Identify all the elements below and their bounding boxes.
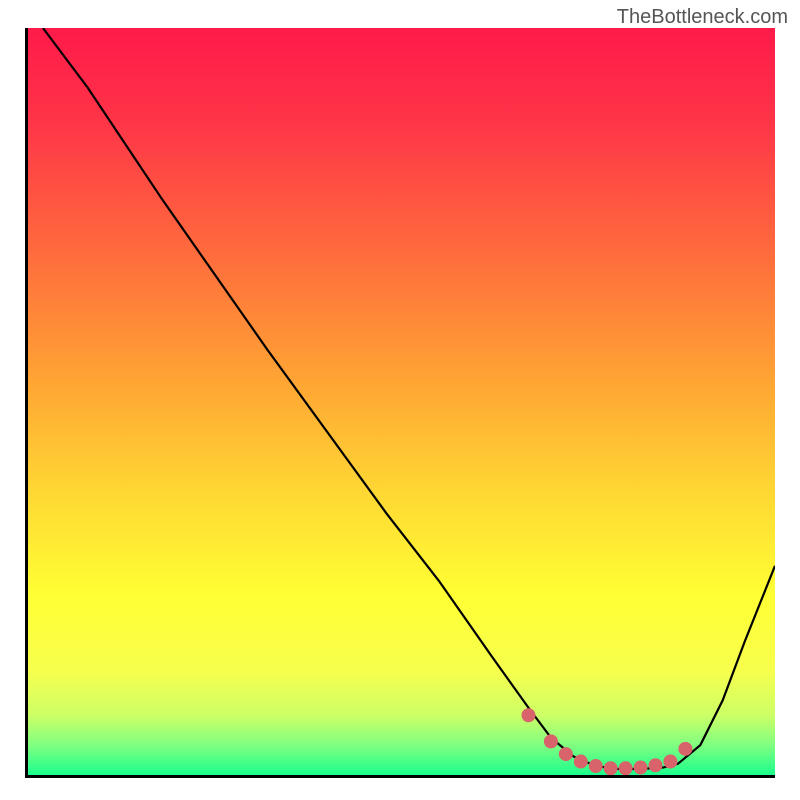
highlight-dot xyxy=(559,747,573,761)
chart-svg xyxy=(28,28,775,775)
highlight-dot xyxy=(521,708,535,722)
highlight-dot xyxy=(544,734,558,748)
highlight-dot xyxy=(574,755,588,769)
highlight-dot xyxy=(648,758,662,772)
watermark-text: TheBottleneck.com xyxy=(617,6,788,29)
gradient-background xyxy=(28,28,775,775)
highlight-dot xyxy=(663,755,677,769)
highlight-dot xyxy=(619,761,633,775)
highlight-dot xyxy=(589,759,603,773)
plot-area xyxy=(25,28,775,778)
highlight-dot xyxy=(678,742,692,756)
highlight-dot xyxy=(634,761,648,775)
chart-container: TheBottleneck.com xyxy=(0,0,800,800)
highlight-dot xyxy=(604,761,618,775)
